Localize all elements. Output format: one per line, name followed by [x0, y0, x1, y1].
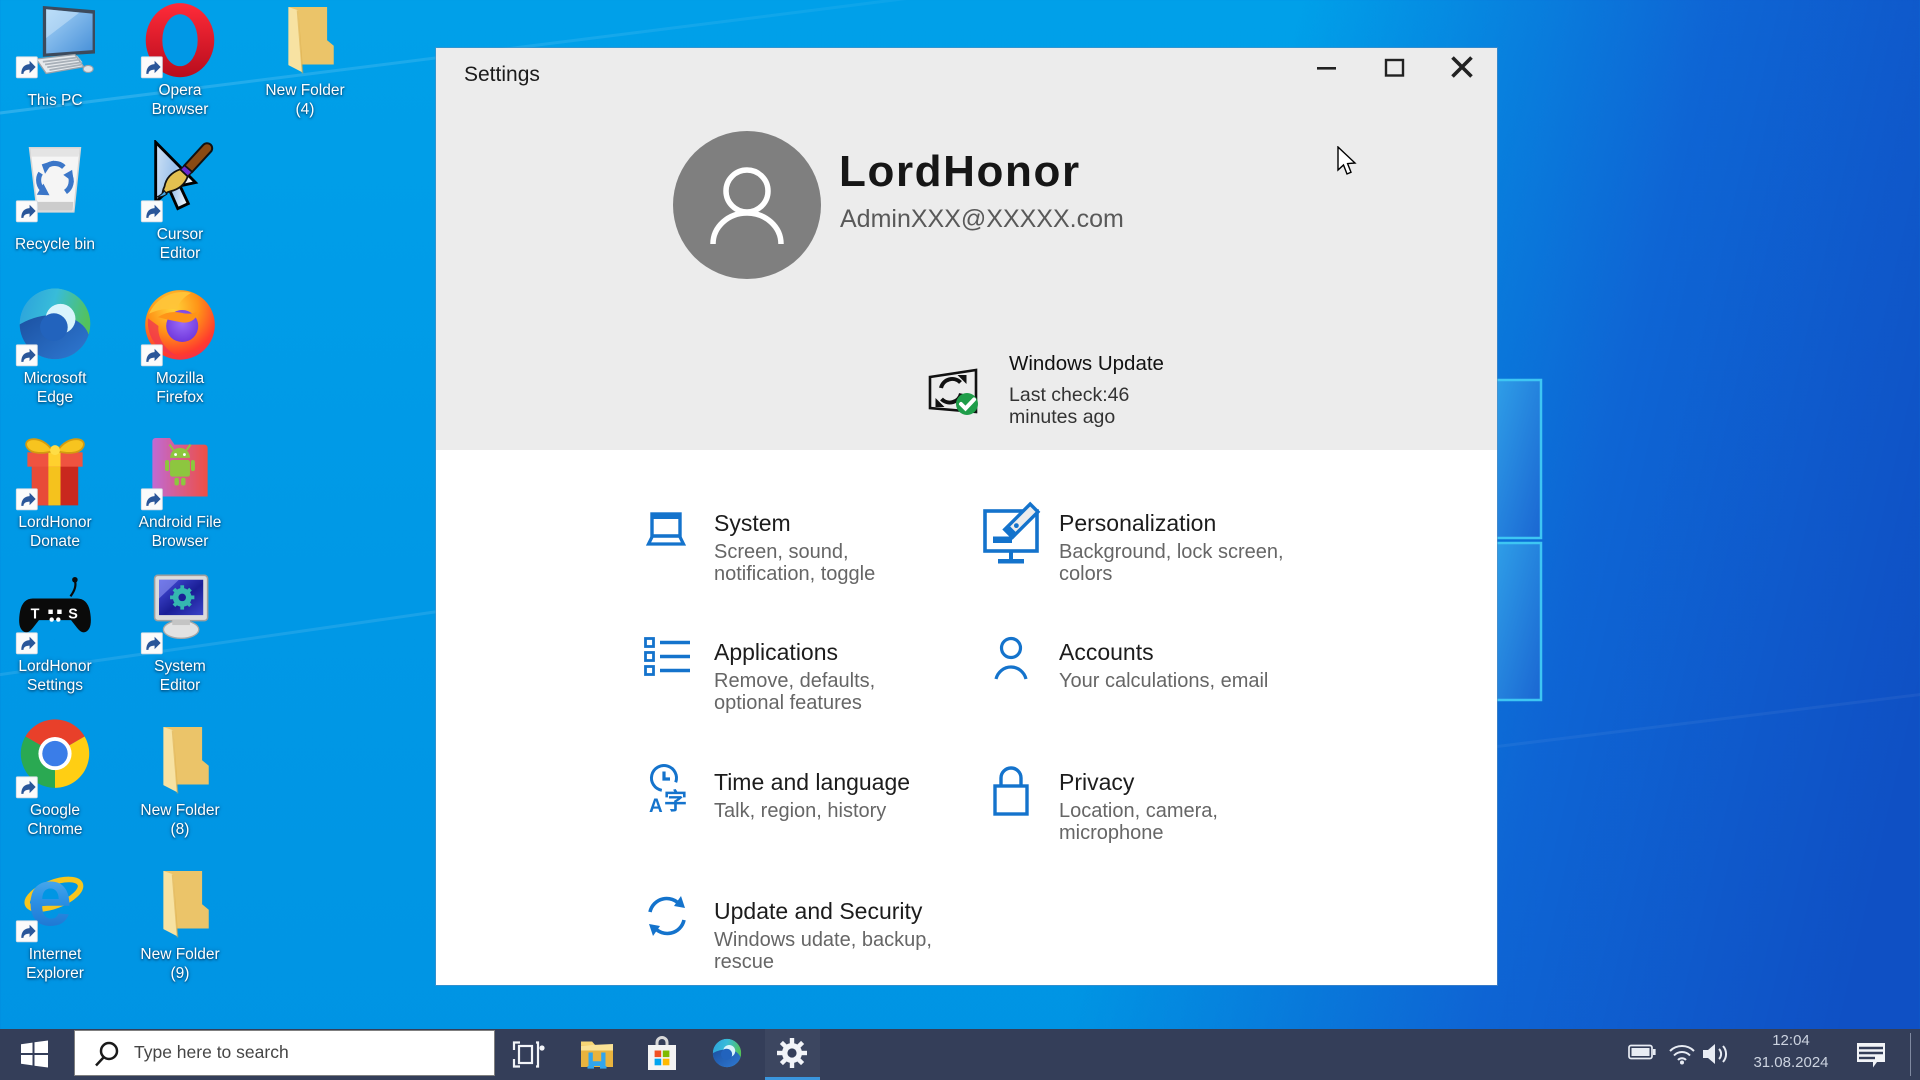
svg-text:T: T — [31, 606, 40, 622]
svg-text:A: A — [649, 796, 663, 817]
svg-text:S: S — [68, 606, 78, 622]
svg-text:字: 字 — [664, 788, 687, 814]
